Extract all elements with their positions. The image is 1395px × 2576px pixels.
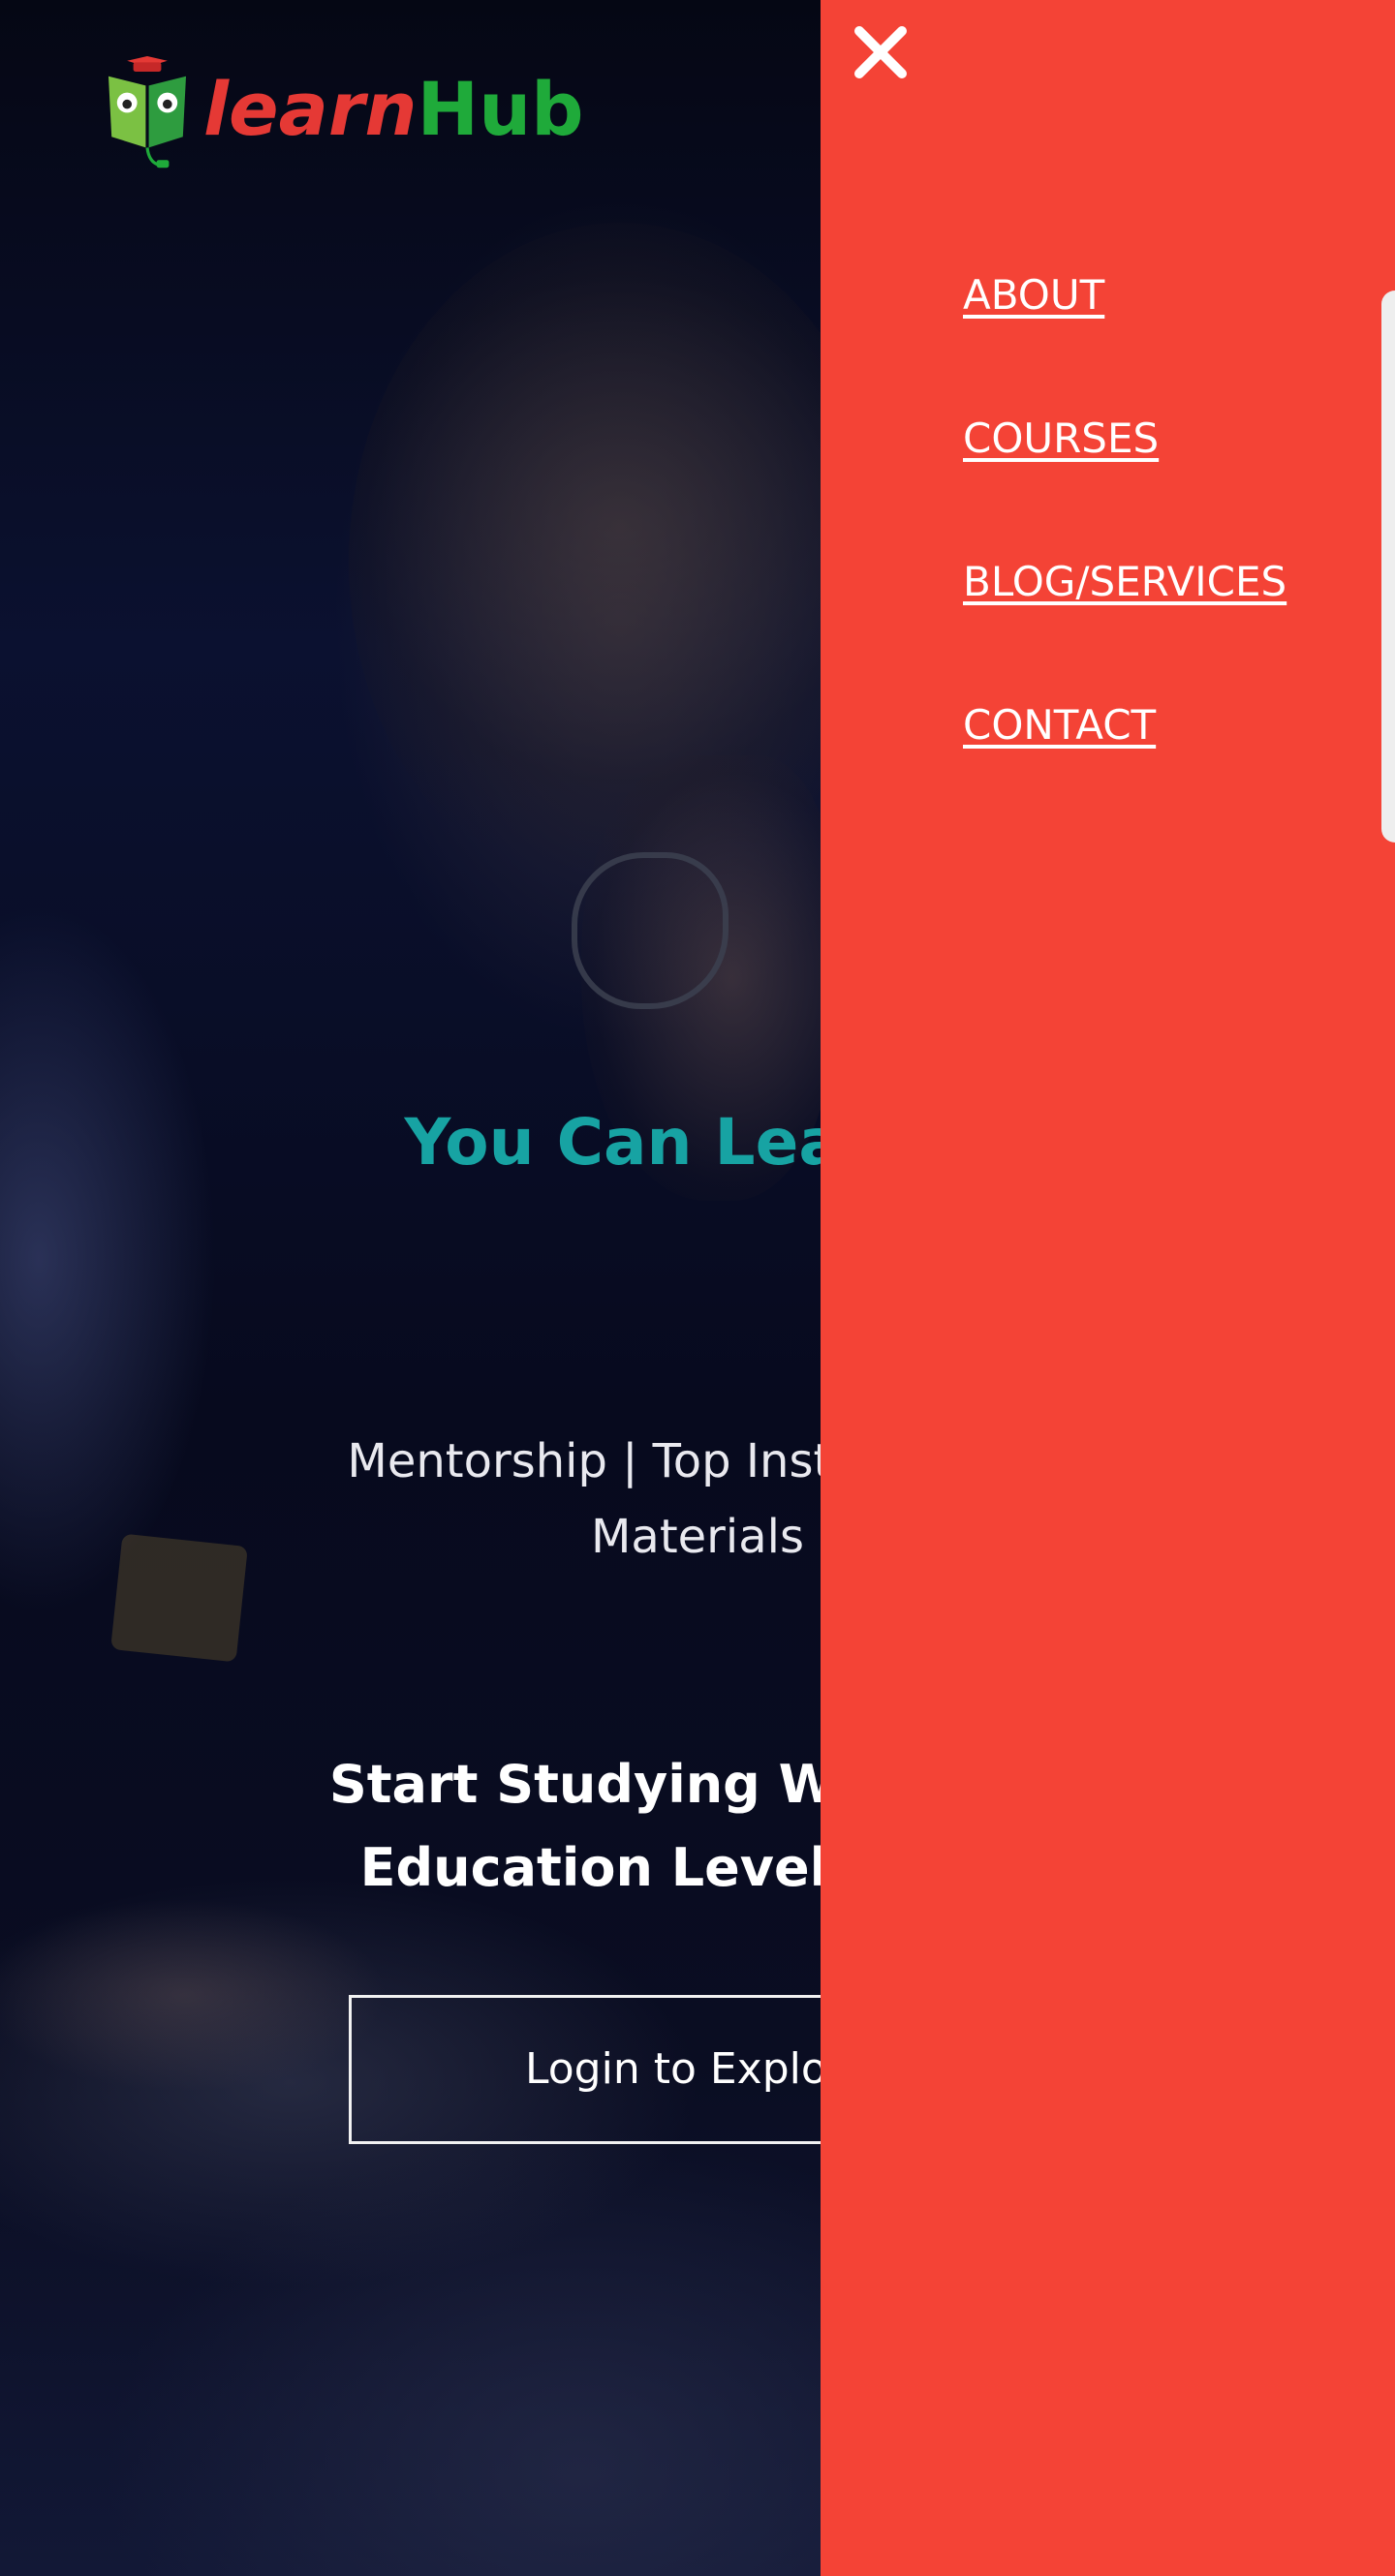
nav-link-courses[interactable]: COURSES (963, 410, 1159, 468)
nav-link-blog-services[interactable]: BLOG/SERVICES (963, 553, 1286, 611)
hero-photo-hand (0, 1898, 388, 2092)
site-logo[interactable]: learnHub (89, 27, 593, 172)
side-scroll-tab[interactable] (1381, 291, 1395, 843)
nav-link-contact[interactable]: CONTACT (963, 696, 1156, 754)
nav-drawer: ABOUT COURSES BLOG/SERVICES CONTACT (821, 0, 1395, 2576)
close-icon[interactable] (852, 23, 910, 81)
hero-photo-glasses (572, 852, 728, 1009)
owl-book-logo-icon (108, 56, 186, 169)
logo-word-hub: Hub (417, 66, 584, 152)
logo-wordmark: learnHub (203, 66, 584, 153)
nav-link-about[interactable]: ABOUT (963, 266, 1104, 324)
logo-word-learn: learn (203, 66, 418, 152)
